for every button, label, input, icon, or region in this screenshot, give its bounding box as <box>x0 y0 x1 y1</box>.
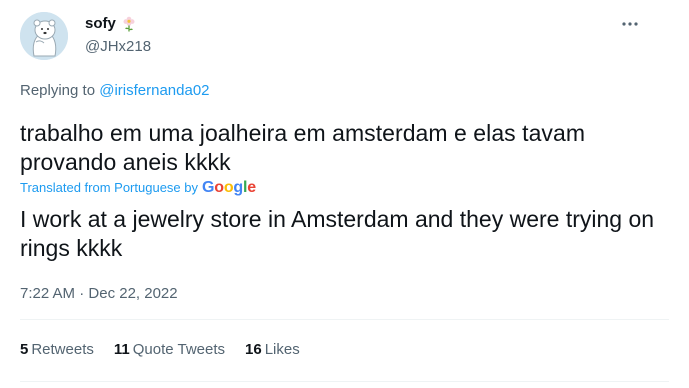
reply-mention-link[interactable]: @irisfernanda02 <box>99 82 209 99</box>
tweet-date[interactable]: Dec 22, 2022 <box>88 285 177 302</box>
tweet-card: sofy @JHx218 Replying to @irisfernanda02… <box>0 0 689 388</box>
translation-attribution[interactable]: Translated from Portuguese by Google <box>20 179 256 197</box>
retweets-count: 5 <box>20 341 29 358</box>
display-name-text: sofy <box>85 15 116 32</box>
polar-bear-avatar-image <box>20 12 68 60</box>
tweet-time[interactable]: 7:22 AM <box>20 285 75 302</box>
likes-label: Likes <box>264 341 300 358</box>
divider <box>20 381 669 382</box>
google-logo: Google <box>202 179 256 196</box>
tweet-timestamp[interactable]: 7:22 AM · Dec 22, 2022 <box>20 284 178 304</box>
likes-count: 16 <box>245 341 262 358</box>
retweets-label: Retweets <box>31 341 94 358</box>
timestamp-separator: · <box>79 285 85 302</box>
quotes-count: 11 <box>113 341 130 358</box>
quote-tweets-stat[interactable]: 11 Quote Tweets <box>114 340 225 360</box>
avatar[interactable] <box>20 12 68 60</box>
tweet-translated-text: I work at a jewelry store in Amsterdam a… <box>20 206 655 261</box>
tweet-original-text: trabalho em uma joalheira em amsterdam e… <box>20 120 586 175</box>
replying-to: Replying to @irisfernanda02 <box>20 81 210 101</box>
more-dots-icon[interactable] <box>618 12 642 36</box>
flower-emoji-icon <box>123 16 135 32</box>
replying-to-prefix: Replying to <box>20 82 96 99</box>
retweets-stat[interactable]: 5 Retweets <box>20 340 94 360</box>
display-name[interactable]: sofy <box>85 14 136 34</box>
quotes-label: Quote Tweets <box>132 341 226 358</box>
divider <box>20 319 669 320</box>
user-handle[interactable]: @JHx218 <box>85 37 151 57</box>
likes-stat[interactable]: 16 Likes <box>245 340 300 360</box>
translation-label: Translated from Portuguese by <box>20 180 198 195</box>
tweet-stats: 5 Retweets 11 Quote Tweets 16 Likes <box>20 340 300 360</box>
